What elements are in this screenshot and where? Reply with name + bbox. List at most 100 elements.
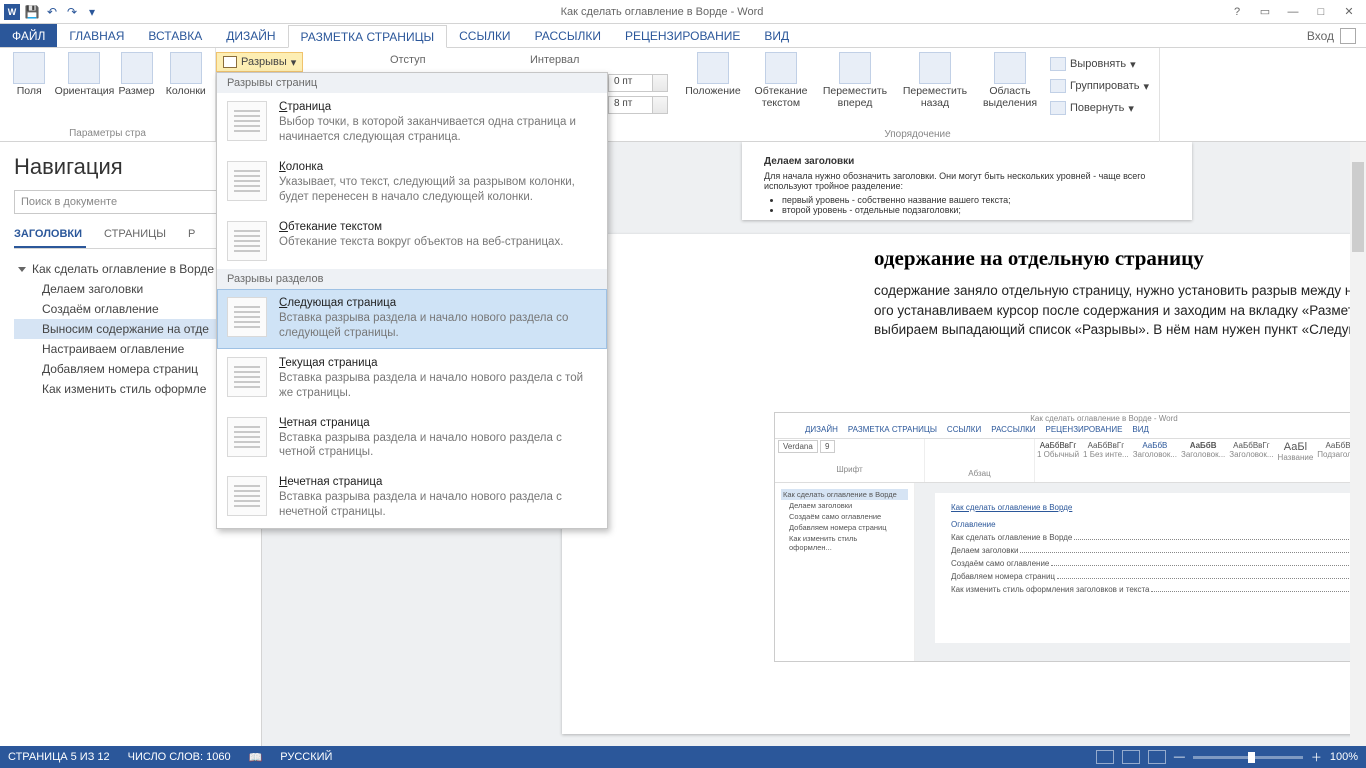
break-text-wrap[interactable]: Обтекание текстомОбтекание текста вокруг… [217, 213, 607, 269]
break-column[interactable]: КолонкаУказывает, что текст, следующий з… [217, 153, 607, 213]
wrap-text-button[interactable]: Обтекание текстом [752, 52, 810, 118]
break-odd-page-icon [227, 476, 267, 516]
position-button[interactable]: Положение [684, 52, 742, 118]
zoom-slider[interactable] [1193, 756, 1303, 759]
break-continuous[interactable]: Текущая страницаВставка разрыва раздела … [217, 349, 607, 409]
sign-in[interactable]: Вход [1297, 24, 1366, 47]
tab-insert[interactable]: ВСТАВКА [136, 24, 214, 47]
maximize-icon[interactable]: □ [1308, 3, 1334, 21]
status-language[interactable]: РУССКИЙ [280, 751, 332, 763]
status-page[interactable]: СТРАНИЦА 5 ИЗ 12 [8, 751, 110, 763]
break-text-wrap-icon [227, 221, 267, 261]
redo-icon[interactable]: ↷ [64, 4, 80, 20]
break-page[interactable]: СтраницаВыбор точки, в которой заканчива… [217, 93, 607, 153]
break-next-page-icon [227, 297, 267, 337]
status-bar: СТРАНИЦА 5 ИЗ 12 ЧИСЛО СЛОВ: 1060 📖 РУСС… [0, 746, 1366, 768]
breaks-gallery: Разрывы страниц СтраницаВыбор точки, в к… [216, 72, 608, 529]
nav-tab-pages[interactable]: СТРАНИЦЫ [104, 224, 170, 248]
page-main: одержание на отдельную страницу содержан… [562, 234, 1366, 734]
selection-pane-button[interactable]: Область выделения [980, 52, 1040, 118]
nav-tab-headings[interactable]: ЗАГОЛОВКИ [14, 224, 86, 248]
ribbon-options-icon[interactable]: ▭ [1252, 3, 1278, 21]
spacing-label: Интервал [530, 54, 579, 66]
zoom-in-icon[interactable]: ＋ [1311, 749, 1322, 765]
qat-dropdown-icon[interactable]: ▾ [84, 4, 100, 20]
proofing-icon[interactable]: 📖 [249, 751, 263, 764]
tab-references[interactable]: ССЫЛКИ [447, 24, 522, 47]
read-mode-icon[interactable] [1096, 750, 1114, 764]
columns-button[interactable]: Колонки [165, 52, 207, 98]
chevron-down-icon: ▾ [291, 56, 297, 69]
send-backward-button[interactable]: Переместить назад [900, 52, 970, 118]
workspace: Навигация Поиск в документе 🔍▾ ЗАГОЛОВКИ… [0, 142, 1366, 746]
group-arrange: Положение Обтекание текстом Переместить … [676, 48, 1160, 142]
spacing-after-value: 8 пт [614, 98, 632, 109]
indent-label: Отступ [390, 54, 426, 66]
close-icon[interactable]: ✕ [1336, 3, 1362, 21]
break-continuous-icon [227, 357, 267, 397]
gallery-header-page-breaks: Разрывы страниц [217, 73, 607, 93]
group-page-setup: Поля Ориентация Размер Колонки Параметры… [0, 48, 216, 141]
zoom-out-icon[interactable]: ― [1174, 751, 1185, 763]
embedded-screenshot: Как сделать оглавление в Ворде - Word ДИ… [774, 412, 1366, 662]
group-objects-button[interactable]: Группировать ▾ [1050, 76, 1149, 96]
align-button[interactable]: Выровнять ▾ [1050, 54, 1149, 74]
spacing-before-value: 0 пт [614, 76, 632, 87]
columns-icon [170, 52, 202, 84]
ribbon: Поля Ориентация Размер Колонки Параметры… [0, 48, 1366, 142]
breaks-icon [223, 56, 237, 68]
selection-pane-icon [994, 52, 1026, 84]
tab-home[interactable]: ГЛАВНАЯ [57, 24, 136, 47]
vertical-scrollbar[interactable] [1350, 142, 1366, 746]
group-label-arrange: Упорядочение [684, 127, 1151, 140]
position-icon [697, 52, 729, 84]
wrap-text-icon [765, 52, 797, 84]
save-icon[interactable]: 💾 [24, 4, 40, 20]
quick-access-toolbar: W 💾 ↶ ↷ ▾ [0, 4, 100, 20]
margins-button[interactable]: Поля [8, 52, 50, 98]
tab-mailings[interactable]: РАССЫЛКИ [523, 24, 613, 47]
print-layout-icon[interactable] [1122, 750, 1140, 764]
breaks-dropdown-button[interactable]: Разрывы ▾ [216, 52, 303, 72]
nav-tab-results[interactable]: Р [188, 224, 199, 248]
tab-file[interactable]: ФАЙЛ [0, 24, 57, 47]
group-label-page-setup: Параметры стра [8, 126, 207, 139]
rotate-button[interactable]: Повернуть ▾ [1050, 98, 1149, 118]
undo-icon[interactable]: ↶ [44, 4, 60, 20]
orientation-icon [68, 52, 100, 84]
align-icon [1050, 57, 1066, 71]
tab-page-layout[interactable]: РАЗМЕТКА СТРАНИЦЫ [288, 25, 448, 48]
page-preview-top: Делаем заголовки Для начала нужно обозна… [742, 142, 1192, 220]
mini-heading: Делаем заголовки [764, 156, 1170, 167]
word-app-icon: W [4, 4, 20, 20]
break-even-page-icon [227, 417, 267, 457]
web-layout-icon[interactable] [1148, 750, 1166, 764]
zoom-value[interactable]: 100% [1330, 751, 1358, 763]
tab-review[interactable]: РЕЦЕНЗИРОВАНИЕ [613, 24, 752, 47]
doc-heading: одержание на отдельную страницу [874, 240, 1366, 281]
scrollbar-thumb[interactable] [1352, 162, 1364, 252]
sign-in-label: Вход [1307, 29, 1334, 43]
gallery-header-section-breaks: Разрывы разделов [217, 269, 607, 289]
size-button[interactable]: Размер [118, 52, 154, 98]
bring-forward-button[interactable]: Переместить вперед [820, 52, 890, 118]
status-words[interactable]: ЧИСЛО СЛОВ: 1060 [128, 751, 231, 763]
break-next-page[interactable]: Следующая страницаВставка разрыва раздел… [217, 289, 607, 349]
help-icon[interactable]: ? [1224, 3, 1250, 21]
nav-search-placeholder: Поиск в документе [21, 196, 117, 208]
group-icon [1050, 79, 1066, 93]
window-title: Как сделать оглавление в Ворде - Word [100, 6, 1224, 18]
orientation-button[interactable]: Ориентация [60, 52, 108, 98]
break-odd-page[interactable]: Нечетная страницаВставка разрыва раздела… [217, 468, 607, 528]
tab-view[interactable]: ВИД [752, 24, 801, 47]
ribbon-tabs: ФАЙЛ ГЛАВНАЯ ВСТАВКА ДИЗАЙН РАЗМЕТКА СТР… [0, 24, 1366, 48]
send-backward-icon [919, 52, 951, 84]
bring-forward-icon [839, 52, 871, 84]
breaks-label: Разрывы [241, 56, 287, 68]
minimize-icon[interactable]: — [1280, 3, 1306, 21]
caret-down-icon [18, 267, 26, 272]
size-icon [121, 52, 153, 84]
mini-li: первый уровень - собственно название ваш… [782, 195, 1170, 205]
tab-design[interactable]: ДИЗАЙН [214, 24, 287, 47]
break-even-page[interactable]: Четная страницаВставка разрыва раздела и… [217, 409, 607, 469]
